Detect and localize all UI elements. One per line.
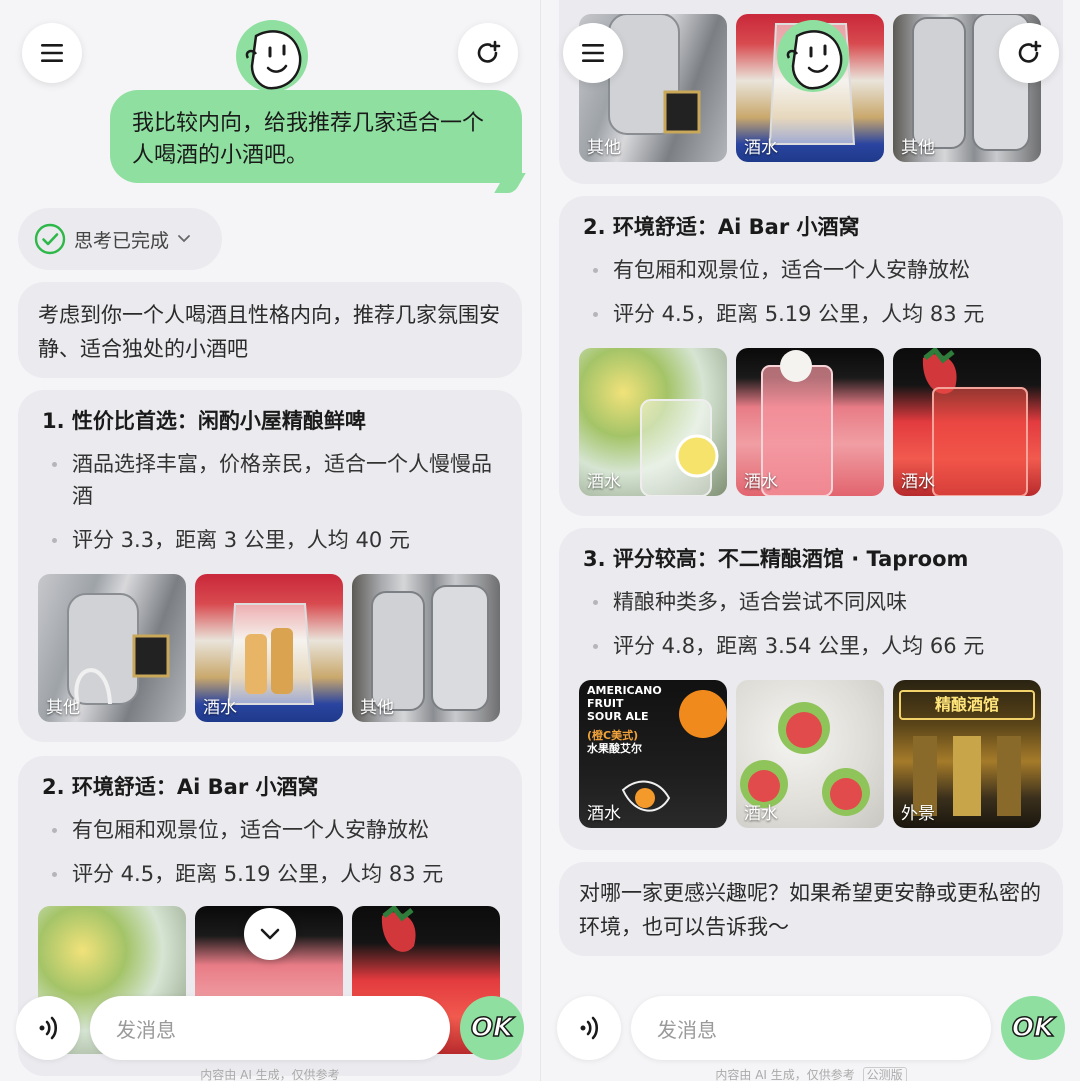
ai-disclaimer-text: 内容由 AI 生成，仅供参考 <box>715 1068 855 1081</box>
photo-tag: 其他 <box>901 138 935 158</box>
bar-title: 1. 性价比首选：闲酌小屋精酿鲜啤 <box>42 409 366 433</box>
new-chat-icon <box>1018 40 1042 63</box>
photo-tag: 酒水 <box>587 472 621 492</box>
user-message-text: 我比较内向，给我推荐几家适合一个人喝酒的小酒吧。 <box>132 111 485 168</box>
message-input-placeholder: 发消息 <box>657 1017 717 1042</box>
menu-button[interactable] <box>563 23 623 83</box>
ok-label: OK <box>1011 1012 1055 1044</box>
menu-icon <box>582 44 604 62</box>
bar-photo[interactable]: 酒水 <box>579 348 727 496</box>
new-chat-button[interactable] <box>458 23 518 83</box>
photo-tag: 其他 <box>360 698 394 718</box>
photo-tag: 酒水 <box>744 472 778 492</box>
photo-tag: 酒水 <box>901 472 935 492</box>
bar-feature: 有包厢和观景位，适合一个人安静放松 <box>583 254 1043 286</box>
voice-input-button[interactable] <box>16 996 80 1060</box>
user-message-bubble: 我比较内向，给我推荐几家适合一个人喝酒的小酒吧。 <box>110 90 522 183</box>
bar-photo[interactable]: 其他 <box>38 574 186 722</box>
photo-tag: 其他 <box>46 698 80 718</box>
bar-feature: 酒品选择丰富，价格亲民，适合一个人慢慢品酒 <box>42 448 502 512</box>
bar-photo[interactable]: 酒水 <box>893 348 1041 496</box>
chevron-down-icon <box>260 928 280 940</box>
photo-tag: 酒水 <box>587 804 621 824</box>
scroll-down-button[interactable] <box>244 908 296 960</box>
chat-panel-right: 其他 酒水 其他 2. 环境舒适：Ai Bar 小酒窝 有包厢和观景位，适合一个… <box>540 0 1080 1081</box>
bar-title: 3. 评分较高：不二精酿酒馆 · Taproom <box>583 547 969 571</box>
bar-feature: 精酿种类多，适合尝试不同风味 <box>583 586 1043 618</box>
ok-send-button[interactable]: OK <box>1001 996 1065 1060</box>
bar-3-image-row: AMERICANO FRUIT SOUR ALE (橙C美式) 水果酸艾尔 酒水… <box>579 680 1041 828</box>
message-input[interactable]: 发消息 <box>631 996 991 1060</box>
bar-photo[interactable]: 其他 <box>352 574 500 722</box>
voice-wave-icon <box>580 1016 599 1040</box>
new-chat-button[interactable] <box>999 23 1059 83</box>
thinking-status-toggle[interactable]: 思考已完成 <box>18 208 222 270</box>
intro-card: 考虑到你一个人喝酒且性格内向，推荐几家氛围安静、适合独处的小酒吧 <box>18 282 522 378</box>
bar-photo[interactable]: 酒水 <box>736 348 884 496</box>
thinking-status-label: 思考已完成 <box>74 229 170 252</box>
bar-title: 2. 环境舒适：Ai Bar 小酒窝 <box>583 215 860 239</box>
photo-tag: 酒水 <box>203 698 237 718</box>
bar-rating: 评分 4.5，距离 5.19 公里，人均 83 元 <box>583 298 1043 330</box>
photo-tag: 其他 <box>587 138 621 158</box>
message-input[interactable]: 发消息 <box>90 996 450 1060</box>
bar-rating: 评分 4.8，距离 3.54 公里，人均 66 元 <box>583 630 1043 662</box>
mascot-avatar-icon <box>777 20 849 92</box>
bar-1-image-row: 其他 酒水 其他 <box>38 574 500 722</box>
bar-title: 2. 环境舒适：Ai Bar 小酒窝 <box>42 775 319 799</box>
beta-badge: 公测版 <box>862 1067 907 1081</box>
closing-text: 对哪一家更感兴趣呢？如果希望更安静或更私密的环境，也可以告诉我～ <box>579 881 1041 939</box>
menu-icon <box>41 44 63 62</box>
bar-photo[interactable]: 酒水 <box>195 574 343 722</box>
message-input-placeholder: 发消息 <box>116 1017 176 1042</box>
photo-tag: 酒水 <box>744 138 778 158</box>
ok-send-button[interactable]: OK <box>460 996 524 1060</box>
menu-button[interactable] <box>22 23 82 83</box>
check-circle-icon <box>34 223 66 255</box>
voice-wave-icon <box>39 1016 58 1040</box>
bar-photo[interactable]: 精酿酒馆 外景 <box>893 680 1041 828</box>
bar-rating: 评分 3.3，距离 3 公里，人均 40 元 <box>42 524 502 556</box>
mascot-avatar-icon <box>236 20 308 92</box>
closing-card: 对哪一家更感兴趣呢？如果希望更安静或更私密的环境，也可以告诉我～ <box>559 862 1063 956</box>
bar-feature: 有包厢和观景位，适合一个人安静放松 <box>42 814 502 846</box>
photo-tag: 酒水 <box>744 804 778 824</box>
bar-rating: 评分 4.5，距离 5.19 公里，人均 83 元 <box>42 858 502 890</box>
chat-panel-left: 我比较内向，给我推荐几家适合一个人喝酒的小酒吧。 思考已完成 考虑到你一个人喝酒… <box>0 0 540 1081</box>
new-chat-icon <box>477 40 501 63</box>
ai-disclaimer: 内容由 AI 生成，仅供参考 公测版 <box>541 1066 1080 1081</box>
voice-input-button[interactable] <box>557 996 621 1060</box>
ai-disclaimer: 内容由 AI 生成，仅供参考 <box>200 1068 340 1081</box>
chevron-down-icon <box>178 235 190 243</box>
photo-tag: 外景 <box>901 804 935 824</box>
bar-photo[interactable]: AMERICANO FRUIT SOUR ALE (橙C美式) 水果酸艾尔 酒水 <box>579 680 727 828</box>
bar-photo[interactable]: 酒水 <box>736 680 884 828</box>
intro-text: 考虑到你一个人喝酒且性格内向，推荐几家氛围安静、适合独处的小酒吧 <box>38 303 500 361</box>
ok-label: OK <box>470 1012 514 1044</box>
bar-2-image-row: 酒水 酒水 酒水 <box>579 348 1041 496</box>
